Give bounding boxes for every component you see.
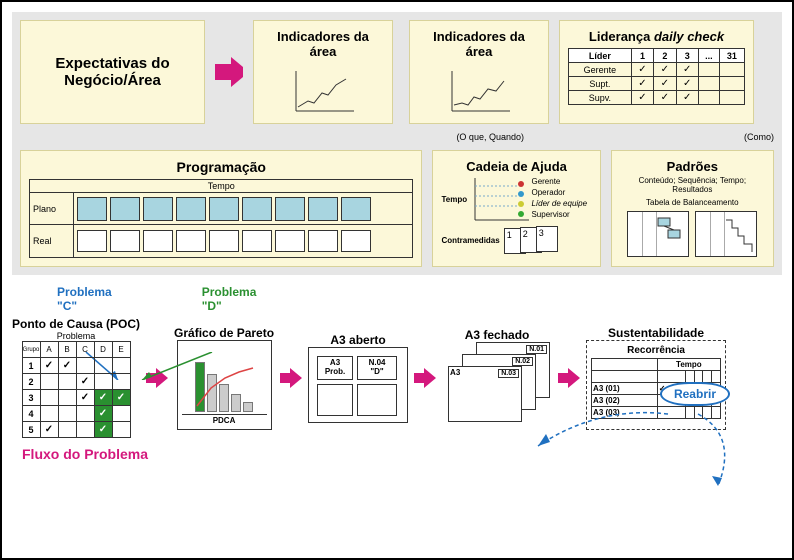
bottom-flow: Problema"C" Problema"D" Ponto de Causa (… [12, 285, 782, 462]
arrow-right-icon [215, 55, 243, 89]
escalation-chart-icon [471, 176, 531, 222]
diagram-frame: Expectativas do Negócio/Área Indicadores… [0, 0, 794, 560]
caption-como: (Como) [744, 132, 774, 142]
card-lideranca: Liderança daily check Líder 1 2 3 ... 31… [559, 20, 754, 124]
contramedidas-sheets: 123 [504, 226, 560, 254]
stage-a3-closed: A3 fechado N.01 N.02 A3N.03 [442, 328, 552, 428]
cadeia-tempo: Tempo [441, 176, 471, 222]
programacao-title: Programação [29, 159, 413, 175]
a3-closed-title: A3 fechado [465, 328, 530, 342]
prog-plano-label: Plano [30, 193, 74, 224]
col-lider: Líder [569, 49, 632, 63]
flow-arrow-4 [558, 368, 580, 388]
indicadores-title-1: Indicadores da área [262, 29, 384, 59]
recorrencia-label: Recorrência [591, 345, 721, 356]
a3-open-sheet: A3Prob. N.04"D" [308, 347, 408, 423]
padroes-sub: Conteúdo; Sequência; Tempo; Resultados [620, 176, 765, 194]
prog-tempo: Tempo [30, 180, 412, 193]
problema-d-label: Problema"D" [202, 285, 257, 313]
line-chart-icon [288, 65, 358, 115]
problema-c-label: Problema"C" [57, 285, 112, 313]
real-bars [74, 227, 412, 255]
cadeia-title: Cadeia de Ajuda [441, 159, 591, 174]
cadeia-roles: Gerente Operador Líder de equipe Supervi… [531, 176, 587, 222]
a3-closed-stack: N.01 N.02 A3N.03 [442, 342, 552, 428]
captions-row: (O que, Quando) (Como) [20, 132, 774, 142]
lideranca-title: Liderança daily check [589, 29, 724, 44]
a3-open-title: A3 aberto [330, 333, 385, 347]
top-band: Expectativas do Negócio/Área Indicadores… [12, 12, 782, 275]
flow-arrow-2 [280, 368, 302, 388]
caption-oque: (O que, Quando) [456, 132, 524, 142]
pdca-label: PDCA [182, 414, 267, 425]
poc-table: GrupoABCDE 1✓✓ 2✓ 3✓✓✓ 4✓ 5✓✓ [22, 341, 131, 438]
stage-sustentabilidade: Sustentabilidade Recorrência Tempo A3 (0… [586, 326, 726, 430]
flow-stages: Ponto de Causa (POC) Problema GrupoABCDE… [12, 317, 782, 438]
plano-bars [74, 194, 412, 224]
padroes-title: Padrões [620, 159, 765, 174]
poc-sub: Problema [57, 331, 96, 341]
stage-poc: Ponto de Causa (POC) Problema GrupoABCDE… [12, 317, 140, 438]
pareto-title: Gráfico de Pareto [174, 326, 274, 340]
fluxo-label: Fluxo do Problema [22, 446, 782, 462]
row-1: Expectativas do Negócio/Área Indicadores… [20, 20, 774, 124]
problem-labels: Problema"C" Problema"D" [12, 285, 782, 313]
reabrir-badge: Reabrir [660, 382, 730, 406]
leadership-table: Líder 1 2 3 ... 31 Gerente✓✓✓ Supt.✓✓✓ S… [568, 48, 745, 105]
line-chart-icon [444, 65, 514, 115]
poc-title: Ponto de Causa (POC) [12, 317, 140, 331]
sust-title: Sustentabilidade [608, 326, 704, 340]
expectativas-text: Expectativas do Negócio/Área [29, 55, 196, 89]
step-chart-icon [695, 211, 757, 257]
arrow-expect-to-indicators [215, 20, 243, 124]
card-indicadores-2: Indicadores da área [409, 20, 549, 124]
balance-table-icon [627, 211, 689, 257]
indicadores-title-2: Indicadores da área [418, 29, 540, 59]
stage-a3-open: A3 aberto A3Prob. N.04"D" [308, 333, 408, 423]
prog-real-label: Real [30, 225, 74, 257]
card-cadeia: Cadeia de Ajuda Tempo [432, 150, 600, 267]
contramedidas-label: Contramedidas [441, 236, 499, 245]
padroes-sub2: Tabela de Balanceamento [620, 198, 765, 207]
programacao-grid: Tempo Plano Real [29, 179, 413, 258]
row-2: Programação Tempo Plano Real [20, 150, 774, 267]
card-programacao: Programação Tempo Plano Real [20, 150, 422, 267]
flow-arrow-3 [414, 368, 436, 388]
card-indicadores-1: Indicadores da área [253, 20, 393, 124]
card-expectativas: Expectativas do Negócio/Área [20, 20, 205, 124]
card-padroes: Padrões Conteúdo; Sequência; Tempo; Resu… [611, 150, 774, 267]
